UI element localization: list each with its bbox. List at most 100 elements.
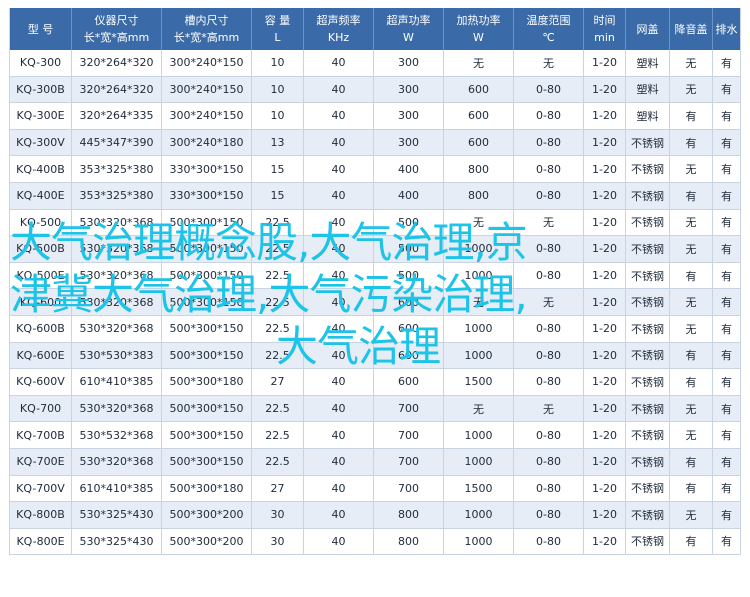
table-cell: 有 bbox=[669, 475, 713, 503]
table-cell: 500*300*150 bbox=[161, 421, 252, 449]
table-cell: 1-20 bbox=[583, 315, 626, 343]
table-cell: 0-80 bbox=[513, 448, 584, 476]
table-cell: 无 bbox=[669, 421, 713, 449]
table-cell: KQ-800B bbox=[9, 501, 72, 529]
table-cell: 1-20 bbox=[583, 262, 626, 290]
table-cell: 0-80 bbox=[513, 528, 584, 556]
table-cell: 30 bbox=[251, 528, 304, 556]
table-cell: 400 bbox=[373, 155, 444, 183]
table-cell: 40 bbox=[303, 368, 374, 396]
table-cell: KQ-300 bbox=[9, 50, 72, 77]
table-cell: 10 bbox=[251, 102, 304, 130]
table-cell: 22.5 bbox=[251, 421, 304, 449]
table-cell: 0-80 bbox=[513, 155, 584, 183]
table-cell: KQ-500B bbox=[9, 235, 72, 263]
product-spec-table: 型 号仪器尺寸 长*宽*高mm 槽内尺寸 长*宽*高mm 容 量 L 超声频率 KHz 超声功率… bbox=[9, 8, 741, 556]
table-cell: 600 bbox=[443, 102, 514, 130]
table-cell: 1-20 bbox=[583, 501, 626, 529]
column-header: 网盖 bbox=[625, 8, 670, 50]
table-cell: 530*320*368 bbox=[71, 235, 162, 263]
column-header-title: 超声功率 bbox=[386, 14, 431, 27]
table-cell: 300 bbox=[373, 102, 444, 130]
table-cell: 500*300*180 bbox=[161, 475, 252, 503]
column-header: 槽内尺寸长*宽*高mm bbox=[161, 8, 252, 50]
table-cell: 300 bbox=[373, 129, 444, 157]
column-header: 超声功率 W bbox=[373, 8, 444, 50]
table-cell: 无 bbox=[513, 209, 584, 237]
table-cell: KQ-300B bbox=[9, 76, 72, 104]
table-cell: 有 bbox=[712, 368, 741, 396]
table-cell: 不锈钢 bbox=[625, 528, 670, 556]
table-cell: 不锈钢 bbox=[625, 209, 670, 237]
table-cell: 22.5 bbox=[251, 288, 304, 316]
table-cell: 40 bbox=[303, 102, 374, 130]
table-cell: 500*300*150 bbox=[161, 209, 252, 237]
table-cell: 300 bbox=[373, 50, 444, 77]
table-cell: 有 bbox=[669, 342, 713, 370]
table-row: KQ-400B 353*325*380 330*300*150 15 40 400 800 0… bbox=[9, 155, 741, 183]
table-cell: 300*240*150 bbox=[161, 50, 252, 77]
table-cell: 40 bbox=[303, 76, 374, 104]
table-row: KQ-300 320*264*320 300*240*150 10 40 300 无无 1-2… bbox=[9, 50, 741, 77]
table-row: KQ-600B 530*320*368 500*300*150 22.5 40 600 10… bbox=[9, 315, 741, 343]
table-cell: 无 bbox=[513, 395, 584, 423]
table-cell: 40 bbox=[303, 475, 374, 503]
table-row: KQ-600 530*320*368 500*300*150 22.5 40 600 无无 1… bbox=[9, 288, 741, 316]
table-cell: 40 bbox=[303, 315, 374, 343]
table-cell: 不锈钢 bbox=[625, 342, 670, 370]
table-cell: 500*300*180 bbox=[161, 368, 252, 396]
table-cell: 有 bbox=[712, 395, 741, 423]
table-cell: KQ-700 bbox=[9, 395, 72, 423]
table-cell: 500*300*150 bbox=[161, 262, 252, 290]
table-cell: 500 bbox=[373, 209, 444, 237]
table-cell: 0-80 bbox=[513, 501, 584, 529]
table-cell: 40 bbox=[303, 342, 374, 370]
table-cell: 27 bbox=[251, 475, 304, 503]
table-cell: 500*300*150 bbox=[161, 315, 252, 343]
column-header-unit: KHz bbox=[327, 31, 350, 44]
table-cell: 500*300*150 bbox=[161, 288, 252, 316]
table-cell: 15 bbox=[251, 155, 304, 183]
table-cell: KQ-700B bbox=[9, 421, 72, 449]
table-cell: 530*530*383 bbox=[71, 342, 162, 370]
table-cell: 10 bbox=[251, 76, 304, 104]
table-cell: 有 bbox=[669, 262, 713, 290]
table-row: KQ-700 530*320*368 500*300*150 22.5 40 700 无无 1… bbox=[9, 395, 741, 423]
table-cell: 1-20 bbox=[583, 528, 626, 556]
table-cell: 有 bbox=[712, 50, 741, 77]
table-cell: 22.5 bbox=[251, 315, 304, 343]
table-cell: 无 bbox=[669, 76, 713, 104]
table-row: KQ-700B 530*532*368 500*300*150 22.5 40 700 10… bbox=[9, 421, 741, 449]
column-header-unit: 长*宽*高mm bbox=[173, 31, 240, 44]
table-cell: 530*320*368 bbox=[71, 395, 162, 423]
table-cell: 1-20 bbox=[583, 235, 626, 263]
table-cell: 500*300*200 bbox=[161, 528, 252, 556]
column-header-title: 容 量 bbox=[264, 14, 291, 27]
table-cell: 无 bbox=[669, 235, 713, 263]
table-cell: 40 bbox=[303, 155, 374, 183]
table-cell: 有 bbox=[712, 129, 741, 157]
table-cell: 0-80 bbox=[513, 182, 584, 210]
table-cell: 22.5 bbox=[251, 395, 304, 423]
table-cell: 有 bbox=[712, 288, 741, 316]
table-cell: KQ-400E bbox=[9, 182, 72, 210]
table-cell: 不锈钢 bbox=[625, 288, 670, 316]
table-cell: 1-20 bbox=[583, 102, 626, 130]
table-row: KQ-800E 530*325*430 500*300*200 30 40 800 1000… bbox=[9, 528, 741, 556]
column-header: 容 量 L bbox=[251, 8, 304, 50]
table-cell: 600 bbox=[373, 368, 444, 396]
table-cell: 有 bbox=[712, 262, 741, 290]
table-cell: 有 bbox=[712, 182, 741, 210]
table-cell: 1500 bbox=[443, 475, 514, 503]
column-header-title: 槽内尺寸 bbox=[184, 14, 229, 27]
table-cell: 不锈钢 bbox=[625, 421, 670, 449]
table-row: KQ-400E 353*325*380 330*300*150 15 40 400 800 0… bbox=[9, 182, 741, 210]
table-body: KQ-300 320*264*320 300*240*150 10 40 300 无无 1-2… bbox=[9, 50, 741, 556]
table-cell: 有 bbox=[712, 76, 741, 104]
table-cell: 330*300*150 bbox=[161, 182, 252, 210]
table-cell: 1000 bbox=[443, 448, 514, 476]
table-cell: 有 bbox=[669, 102, 713, 130]
table-cell: 1-20 bbox=[583, 342, 626, 370]
column-header-unit: ℃ bbox=[542, 31, 555, 44]
table-cell: 有 bbox=[669, 528, 713, 556]
